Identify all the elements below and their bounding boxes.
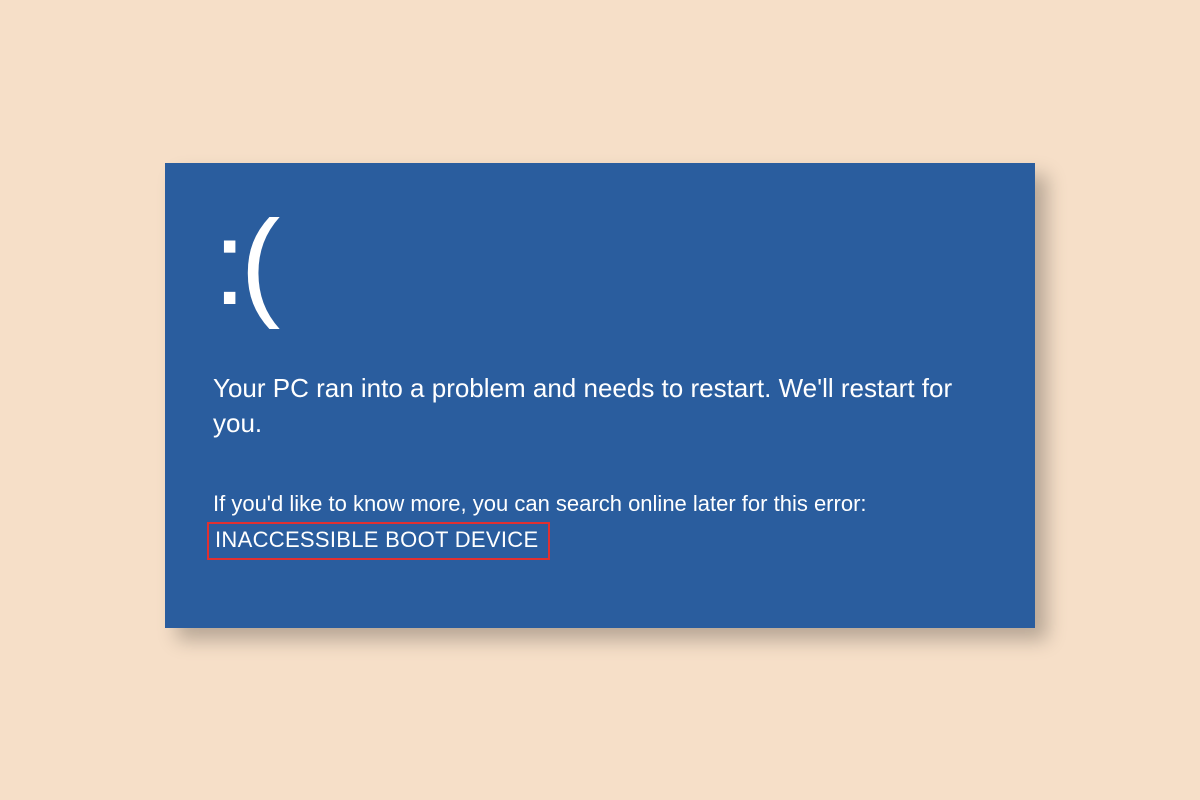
sad-face-icon: :( xyxy=(213,203,987,323)
error-code-highlight: INACCESSIBLE BOOT DEVICE xyxy=(207,522,550,560)
error-code: INACCESSIBLE BOOT DEVICE xyxy=(215,527,538,552)
sub-message: If you'd like to know more, you can sear… xyxy=(213,489,987,519)
bsod-window: :( Your PC ran into a problem and needs … xyxy=(165,163,1035,628)
main-message: Your PC ran into a problem and needs to … xyxy=(213,371,953,441)
